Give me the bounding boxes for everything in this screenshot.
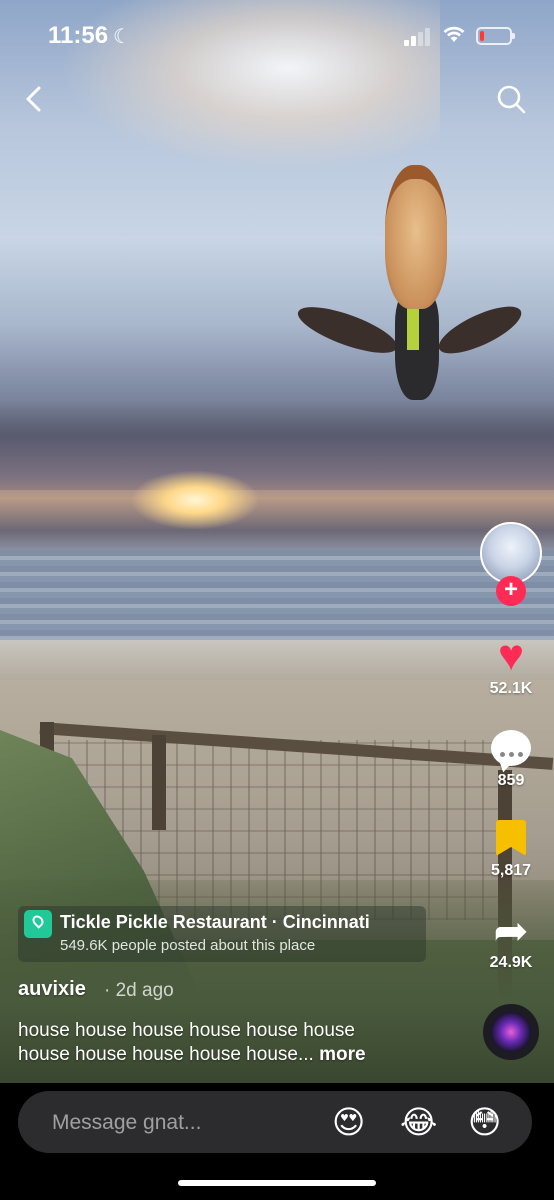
share-count: 24.9K <box>489 954 533 971</box>
right-wing <box>432 297 528 363</box>
home-indicator <box>178 1180 376 1186</box>
share-button[interactable]: ➦ 24.9K <box>478 910 544 972</box>
location-tag[interactable]: Tickle Pickle Restaurant · Cincinnati 54… <box>18 906 426 962</box>
wifi-icon <box>443 26 465 42</box>
creator-avatar[interactable] <box>480 522 542 584</box>
signal-icon <box>404 28 432 46</box>
bookmark-icon <box>496 820 526 856</box>
shoreline <box>0 640 554 680</box>
search-icon <box>497 85 526 114</box>
moon-icon: ☾ <box>113 26 131 48</box>
location-subtitle: 549.6K people posted about this place <box>60 937 316 954</box>
heart-icon: ♥ <box>497 631 525 680</box>
emoji-flushed[interactable]: 😳 <box>468 1103 501 1141</box>
follow-button[interactable]: + <box>496 576 526 606</box>
figure-head <box>385 165 447 309</box>
caption-line: house house house house house... more <box>18 1043 468 1067</box>
back-button[interactable] <box>18 82 52 116</box>
post-age: · 2d ago <box>104 980 174 1001</box>
comment-icon <box>491 730 531 766</box>
comment-count: 859 <box>497 772 525 789</box>
message-input[interactable]: Message gnat... 😍 😂 😳 <box>18 1091 532 1153</box>
chevron-left-icon <box>26 86 41 112</box>
emoji-heart-eyes[interactable]: 😍 <box>332 1103 365 1141</box>
creator-username[interactable]: auvixie <box>18 978 86 1001</box>
flying-cartoon-figure <box>293 165 528 425</box>
caption[interactable]: house house house house house house hous… <box>18 1019 468 1067</box>
more-link[interactable]: more <box>314 1044 365 1065</box>
caption-text: house house house house house... <box>18 1044 314 1065</box>
search-button[interactable] <box>494 82 528 116</box>
sunset-sun <box>130 470 260 530</box>
location-pin-icon <box>24 910 52 938</box>
bookmark-button[interactable]: 5,817 <box>478 820 544 880</box>
emoji-tears-of-joy[interactable]: 😂 <box>400 1103 437 1141</box>
fence-post <box>152 735 166 830</box>
like-count: 52.1K <box>489 680 533 697</box>
location-title: Tickle Pickle Restaurant · Cincinnati <box>60 912 370 932</box>
comment-button[interactable]: 859 <box>478 730 544 790</box>
battery-icon <box>476 27 515 45</box>
status-time: 11:56 <box>48 22 109 49</box>
bookmark-count: 5,817 <box>490 862 532 879</box>
status-bar: 11:56 ☾ <box>0 0 554 70</box>
left-wing <box>293 297 402 363</box>
like-button[interactable]: ♥ 52.1K <box>478 632 544 698</box>
caption-line: house house house house house house <box>18 1020 355 1041</box>
sound-disc[interactable] <box>483 1004 539 1060</box>
share-icon: ➦ <box>493 907 529 954</box>
message-placeholder: Message gnat... <box>52 1111 202 1134</box>
